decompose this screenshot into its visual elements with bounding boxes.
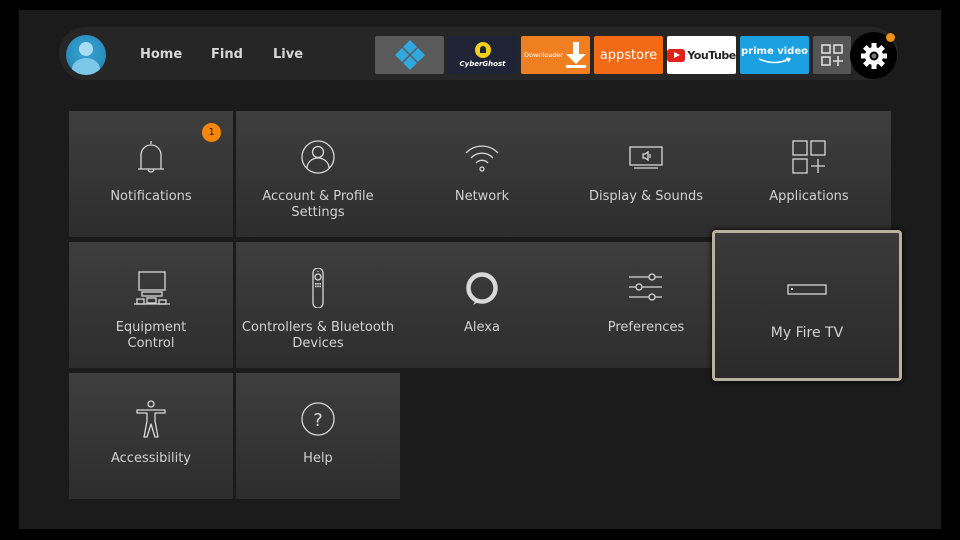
amazon-smile-icon (758, 56, 791, 63)
tile-account-profile-settings[interactable]: Account & Profile Settings (236, 111, 400, 237)
svg-text:?: ? (313, 410, 323, 431)
app-prime-video[interactable]: prime video (740, 36, 809, 74)
tile-accessibility[interactable]: Accessibility (69, 373, 233, 499)
equipment-icon (134, 271, 170, 305)
tile-applications[interactable]: Applications (727, 111, 891, 237)
remote-icon (312, 268, 324, 308)
tile-help[interactable]: ? Help (236, 373, 400, 499)
avatar-head (79, 42, 93, 56)
tile-my-fire-tv[interactable]: My Fire TV (712, 230, 902, 381)
alexa-ring-icon (466, 272, 498, 305)
cyberghost-logo-icon (474, 42, 491, 58)
apps-grid-icon (821, 44, 843, 66)
app-appstore[interactable]: appstore (594, 36, 663, 74)
app-youtube[interactable]: YouTube (667, 36, 736, 74)
tile-label: Help (303, 451, 333, 466)
tile-label: Accessibility (111, 451, 191, 466)
prime-video-label: prime video (741, 45, 808, 57)
tile-label: Applications (769, 189, 849, 204)
kodi-icon (394, 40, 425, 70)
tile-label: My Fire TV (770, 325, 844, 341)
nav-live[interactable]: Live (273, 47, 303, 62)
notification-badge: 1 (202, 123, 221, 142)
tile-alexa[interactable]: Alexa (400, 242, 564, 368)
tile-label: Controllers & Bluetooth Devices (241, 320, 395, 351)
help-circle-icon: ? (301, 402, 335, 436)
tile-label: Notifications (110, 189, 192, 204)
cyberghost-label: CyberGhost (459, 60, 506, 68)
app-cyberghost[interactable]: CyberGhost (448, 36, 517, 74)
youtube-label: YouTube (687, 48, 736, 62)
tile-controllers-bluetooth[interactable]: Controllers & Bluetooth Devices (236, 242, 400, 368)
app-downloader[interactable]: Downloader (521, 36, 590, 74)
tile-label: Alexa (464, 320, 500, 335)
tile-preferences[interactable]: Preferences (564, 242, 728, 368)
wifi-icon (465, 145, 499, 172)
tv-speaker-icon (629, 146, 663, 169)
apps-grid-icon (792, 140, 826, 174)
app-kodi[interactable] (375, 36, 444, 74)
tile-notifications[interactable]: 1 Notifications (69, 111, 233, 237)
tile-label: Network (454, 189, 510, 204)
tile-equipment-control[interactable]: Equipment Control (69, 242, 233, 368)
downloader-label: Downloader (524, 51, 563, 59)
accessibility-icon (136, 400, 166, 438)
gear-icon (860, 42, 887, 69)
sliders-icon (629, 273, 662, 301)
settings-notification-dot (886, 33, 895, 42)
tile-label: Preferences (607, 320, 685, 335)
bell-icon (138, 141, 164, 173)
tile-label: Display & Sounds (588, 189, 704, 204)
tile-display-sounds[interactable]: Display & Sounds (564, 111, 728, 237)
user-circle-icon (301, 140, 335, 174)
appstore-label: appstore (599, 47, 658, 63)
youtube-play-icon (667, 48, 686, 62)
nav-find[interactable]: Find (211, 47, 243, 62)
tile-label: Equipment Control (115, 320, 187, 351)
tile-label: Account & Profile Settings (262, 189, 374, 220)
app-all-apps[interactable] (813, 36, 851, 74)
download-arrow-icon (565, 42, 586, 68)
fire-tv-device-icon (787, 284, 827, 295)
tile-network[interactable]: Network (400, 111, 564, 237)
nav-home[interactable]: Home (140, 47, 182, 62)
avatar-body (72, 58, 100, 75)
profile-avatar[interactable] (66, 35, 106, 75)
